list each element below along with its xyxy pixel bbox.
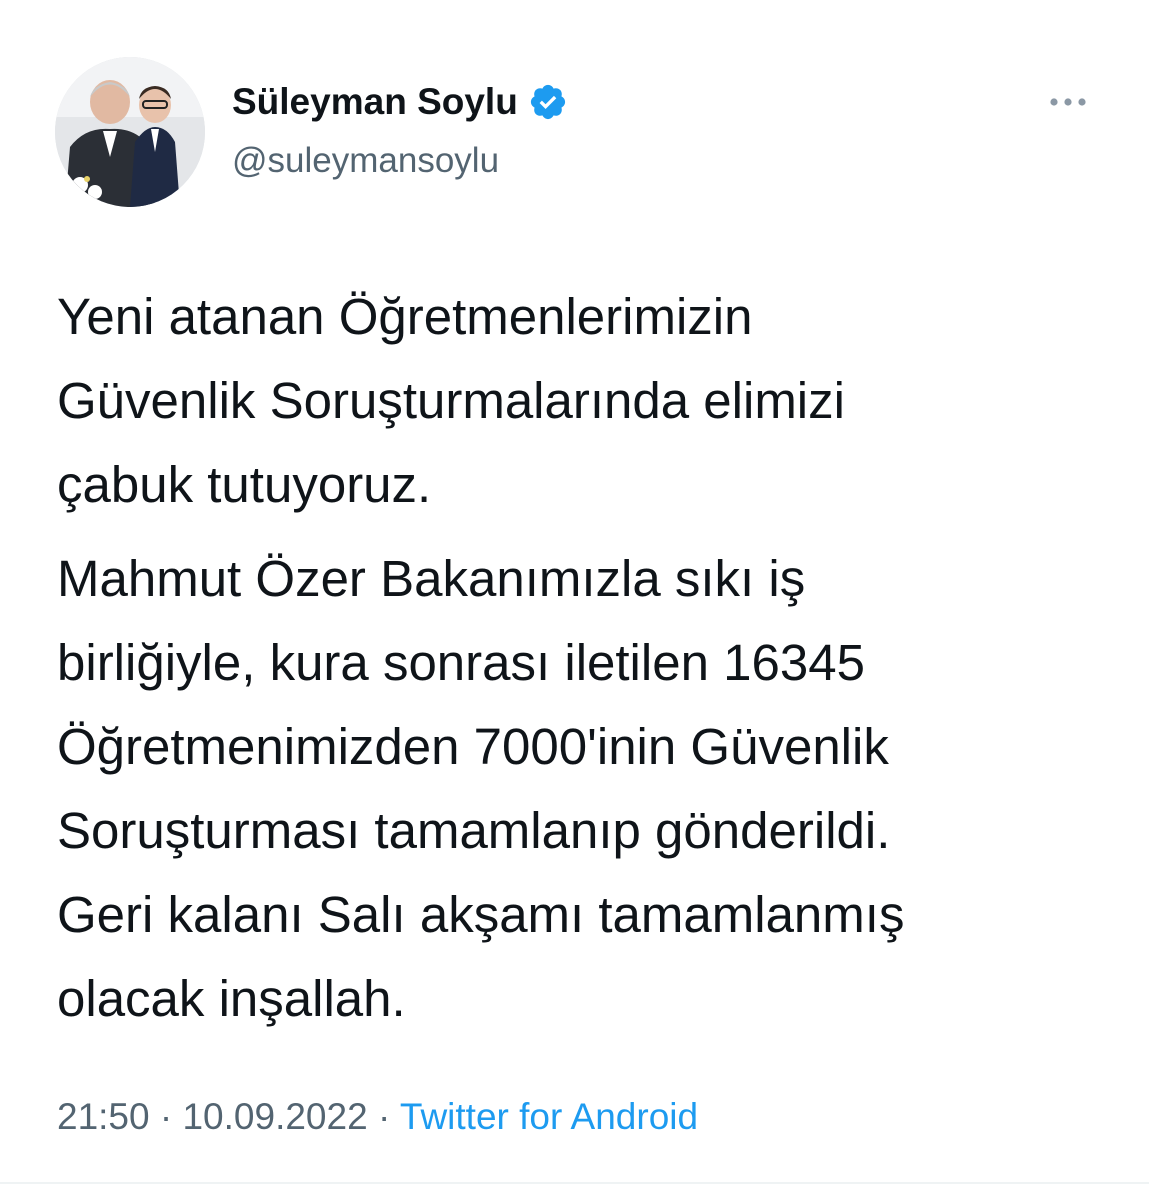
divider [0, 1182, 1149, 1184]
tweet-metadata: 21:50 · 10.09.2022 · Twitter for Android [57, 1092, 698, 1142]
tweet-text: Yeni atanan Öğretmenlerimizin Güvenlik S… [57, 275, 1117, 1041]
meta-separator: · [149, 1096, 183, 1137]
verified-badge-icon [528, 82, 568, 122]
more-options-icon[interactable] [1040, 82, 1096, 122]
author-display-name[interactable]: Süleyman Soylu [232, 78, 568, 126]
avatar-photo [55, 57, 205, 207]
meta-separator: · [367, 1096, 400, 1137]
tweet-card: Süleyman Soylu @suleymansoylu Yeni atana… [0, 0, 1149, 1200]
tweet-time[interactable]: 21:50 [57, 1096, 150, 1137]
avatar[interactable] [55, 57, 205, 207]
tweet-source-link[interactable]: Twitter for Android [400, 1096, 698, 1137]
tweet-paragraph: Mahmut Özer Bakanımızla sıkı iş birliğiy… [57, 550, 905, 1027]
display-name-text[interactable]: Süleyman Soylu [232, 78, 518, 126]
tweet-paragraph: Yeni atanan Öğretmenlerimizin Güvenlik S… [57, 288, 845, 513]
author-handle[interactable]: @suleymansoylu [232, 138, 499, 184]
tweet-date[interactable]: 10.09.2022 [182, 1096, 367, 1137]
